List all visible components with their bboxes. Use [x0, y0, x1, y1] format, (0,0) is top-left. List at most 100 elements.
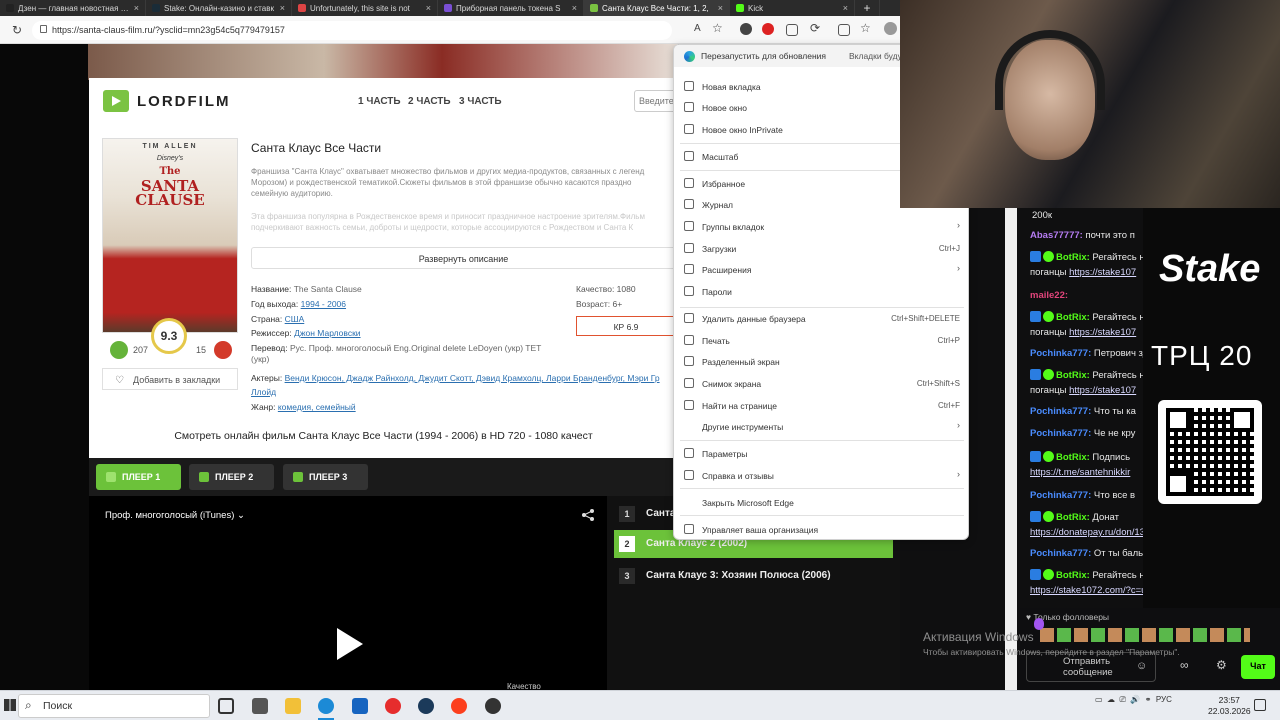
site-logo-text[interactable]: LORDFILM — [137, 93, 230, 110]
chat-username[interactable]: BotRix: — [1056, 570, 1090, 581]
adblock-icon[interactable] — [740, 23, 752, 35]
browser-tab[interactable]: Приборная панель токена S × — [438, 0, 584, 16]
collections-icon[interactable] — [786, 24, 798, 36]
menu-item-19[interactable]: Закрыть Microsoft Edge — [674, 491, 968, 512]
country-link[interactable]: США — [285, 314, 305, 324]
expand-description-button[interactable]: Развернуть описание — [251, 247, 676, 269]
obs-icon[interactable] — [485, 698, 501, 714]
split-icon[interactable] — [838, 24, 850, 36]
sync-icon[interactable]: ⟳ — [810, 21, 820, 35]
close-tab-icon[interactable]: × — [426, 3, 431, 13]
clock[interactable]: 23:57 22.03.2026 — [1208, 695, 1251, 717]
menu-item-18[interactable]: Справка и отзывы › — [674, 464, 968, 485]
chat-username[interactable]: Pochinka777: — [1030, 548, 1091, 559]
infinity-icon[interactable]: ∞ — [1180, 658, 1189, 672]
chat-username[interactable]: Abas77777: — [1030, 230, 1083, 241]
lordfilm-logo-icon[interactable] — [103, 90, 129, 112]
episode-item[interactable]: 3 Санта Клаус 3: Хозяин Полюса (2006) — [614, 562, 893, 590]
close-tab-icon[interactable]: × — [134, 3, 139, 13]
year-link[interactable]: 1994 - 2006 — [301, 299, 346, 309]
read-aloud-icon[interactable]: A — [694, 23, 701, 34]
browser-tab[interactable]: Дзен — главная новостная и ста × — [0, 0, 146, 16]
yandex-icon[interactable] — [451, 698, 467, 714]
chat-username[interactable]: BotRix: — [1056, 512, 1090, 523]
browser-tab[interactable]: Unfortunately, this site is not × — [292, 0, 438, 16]
edge-icon[interactable] — [318, 698, 334, 714]
browser-tab-active[interactable]: Санта Клаус Все Части: 1, 2, × — [584, 0, 730, 16]
chat-username[interactable]: Pochinka777: — [1030, 406, 1091, 417]
nav-part-1[interactable]: 1 ЧАСТЬ — [358, 96, 401, 107]
mail-icon[interactable] — [352, 698, 368, 714]
menu-item-16[interactable]: Другие инструменты › — [674, 415, 968, 436]
voice-selector[interactable]: Проф. многоголосый (iTunes) ⌄ — [105, 510, 245, 521]
menu-item-7[interactable]: Группы вкладок › — [674, 215, 968, 236]
profile-avatar[interactable] — [884, 22, 897, 35]
new-tab-button[interactable]: + — [855, 0, 880, 16]
chat-username[interactable]: Pochinka777: — [1030, 348, 1091, 359]
yandex-browser-icon[interactable] — [385, 698, 401, 714]
page-scrollbar[interactable] — [1005, 208, 1017, 690]
close-tab-icon[interactable]: × — [280, 3, 285, 13]
chat-link[interactable]: https://t.me/santehnikkir — [1030, 467, 1130, 478]
settings-icon[interactable]: ⚙ — [1216, 658, 1227, 672]
menu-item-20[interactable]: Управляет ваша организация — [674, 518, 968, 539]
calculator-icon[interactable] — [252, 698, 268, 714]
actor-link[interactable]: Ллойд — [251, 387, 276, 397]
player-3-tab[interactable]: ПЛЕЕР 3 — [283, 464, 368, 490]
steam-icon[interactable] — [418, 698, 434, 714]
genre-links[interactable]: комедия, семейный — [278, 402, 356, 412]
menu-item-17[interactable]: Параметры — [674, 442, 968, 463]
taskbar-search[interactable]: Поиск — [18, 694, 210, 718]
chat-link[interactable]: https://stake107 — [1069, 267, 1136, 278]
explorer-icon[interactable] — [285, 698, 301, 714]
chat-send-button[interactable]: Чат — [1241, 655, 1275, 679]
browser-tab[interactable]: Stake: Онлайн-казино и ставк × — [146, 0, 292, 16]
close-tab-icon[interactable]: × — [718, 3, 723, 13]
chat-username[interactable]: BotRix: — [1056, 370, 1090, 381]
chat-username[interactable]: maile22: — [1030, 290, 1068, 301]
extension-red-icon[interactable] — [762, 23, 774, 35]
emoji-icon[interactable]: ☺ — [1136, 660, 1147, 672]
chat-username[interactable]: BotRix: — [1056, 452, 1090, 463]
chat-username[interactable]: Pochinka777: — [1030, 428, 1091, 439]
chat-link[interactable]: https://stake107 — [1069, 385, 1136, 396]
menu-item-11[interactable]: Удалить данные браузера Ctrl+Shift+DELETE — [674, 307, 968, 328]
task-view-icon[interactable] — [218, 698, 234, 714]
nav-part-2[interactable]: 2 ЧАСТЬ — [408, 96, 451, 107]
language-indicator[interactable]: РУС — [1156, 695, 1172, 704]
play-icon[interactable] — [337, 628, 363, 660]
start-icon[interactable] — [4, 699, 16, 711]
video-player[interactable]: Проф. многоголосый (iTunes) ⌄ Качество — [89, 496, 607, 691]
menu-item-10[interactable]: Пароли — [674, 280, 968, 301]
refresh-icon[interactable]: ↻ — [12, 23, 22, 37]
player-1-tab[interactable]: ПЛЕЕР 1 — [96, 464, 181, 490]
system-tray[interactable]: ▭ ☁ ⎚ 🔊 ⚭ РУС — [1095, 695, 1172, 705]
share-icon[interactable] — [581, 508, 595, 522]
chat-link[interactable]: https://stake107 — [1069, 327, 1136, 338]
thumbs-down-icon[interactable] — [214, 341, 232, 359]
close-tab-icon[interactable]: × — [572, 3, 577, 13]
chat-username[interactable]: Pochinka777: — [1030, 490, 1091, 501]
nav-part-3[interactable]: 3 ЧАСТЬ — [459, 96, 502, 107]
menu-item-9[interactable]: Расширения › — [674, 258, 968, 279]
menu-item-15[interactable]: Найти на странице Ctrl+F — [674, 394, 968, 415]
actors-links[interactable]: Венди Крюсон, Джадж Райнхолд, Джудит Ско… — [285, 373, 660, 383]
browser-tab[interactable]: Kick × — [730, 0, 855, 16]
mic-icon[interactable] — [1034, 618, 1044, 630]
close-tab-icon[interactable]: × — [843, 3, 848, 13]
menu-item-13[interactable]: Разделенный экран — [674, 350, 968, 371]
thumbs-up-icon[interactable] — [110, 341, 128, 359]
director-link[interactable]: Джон Марловски — [294, 328, 361, 338]
notifications-icon[interactable] — [1254, 699, 1266, 711]
lock-icon[interactable] — [40, 25, 47, 33]
star-icon[interactable]: ☆ — [712, 21, 723, 35]
menu-item-8[interactable]: Загрузки Ctrl+J — [674, 237, 968, 258]
url-field[interactable]: https://santa-claus-film.ru/?ysclid=mn23… — [32, 21, 672, 40]
menu-item-12[interactable]: Печать Ctrl+P — [674, 329, 968, 350]
chat-username[interactable]: BotRix: — [1056, 312, 1090, 323]
player-2-tab[interactable]: ПЛЕЕР 2 — [189, 464, 274, 490]
favorites-bar-icon[interactable]: ☆ — [860, 21, 871, 35]
movie-poster[interactable]: TIM ALLEN Disney's The SANTA CLAUSE — [102, 138, 238, 333]
chat-username[interactable]: BotRix: — [1056, 252, 1090, 263]
menu-item-14[interactable]: Снимок экрана Ctrl+Shift+S — [674, 372, 968, 393]
